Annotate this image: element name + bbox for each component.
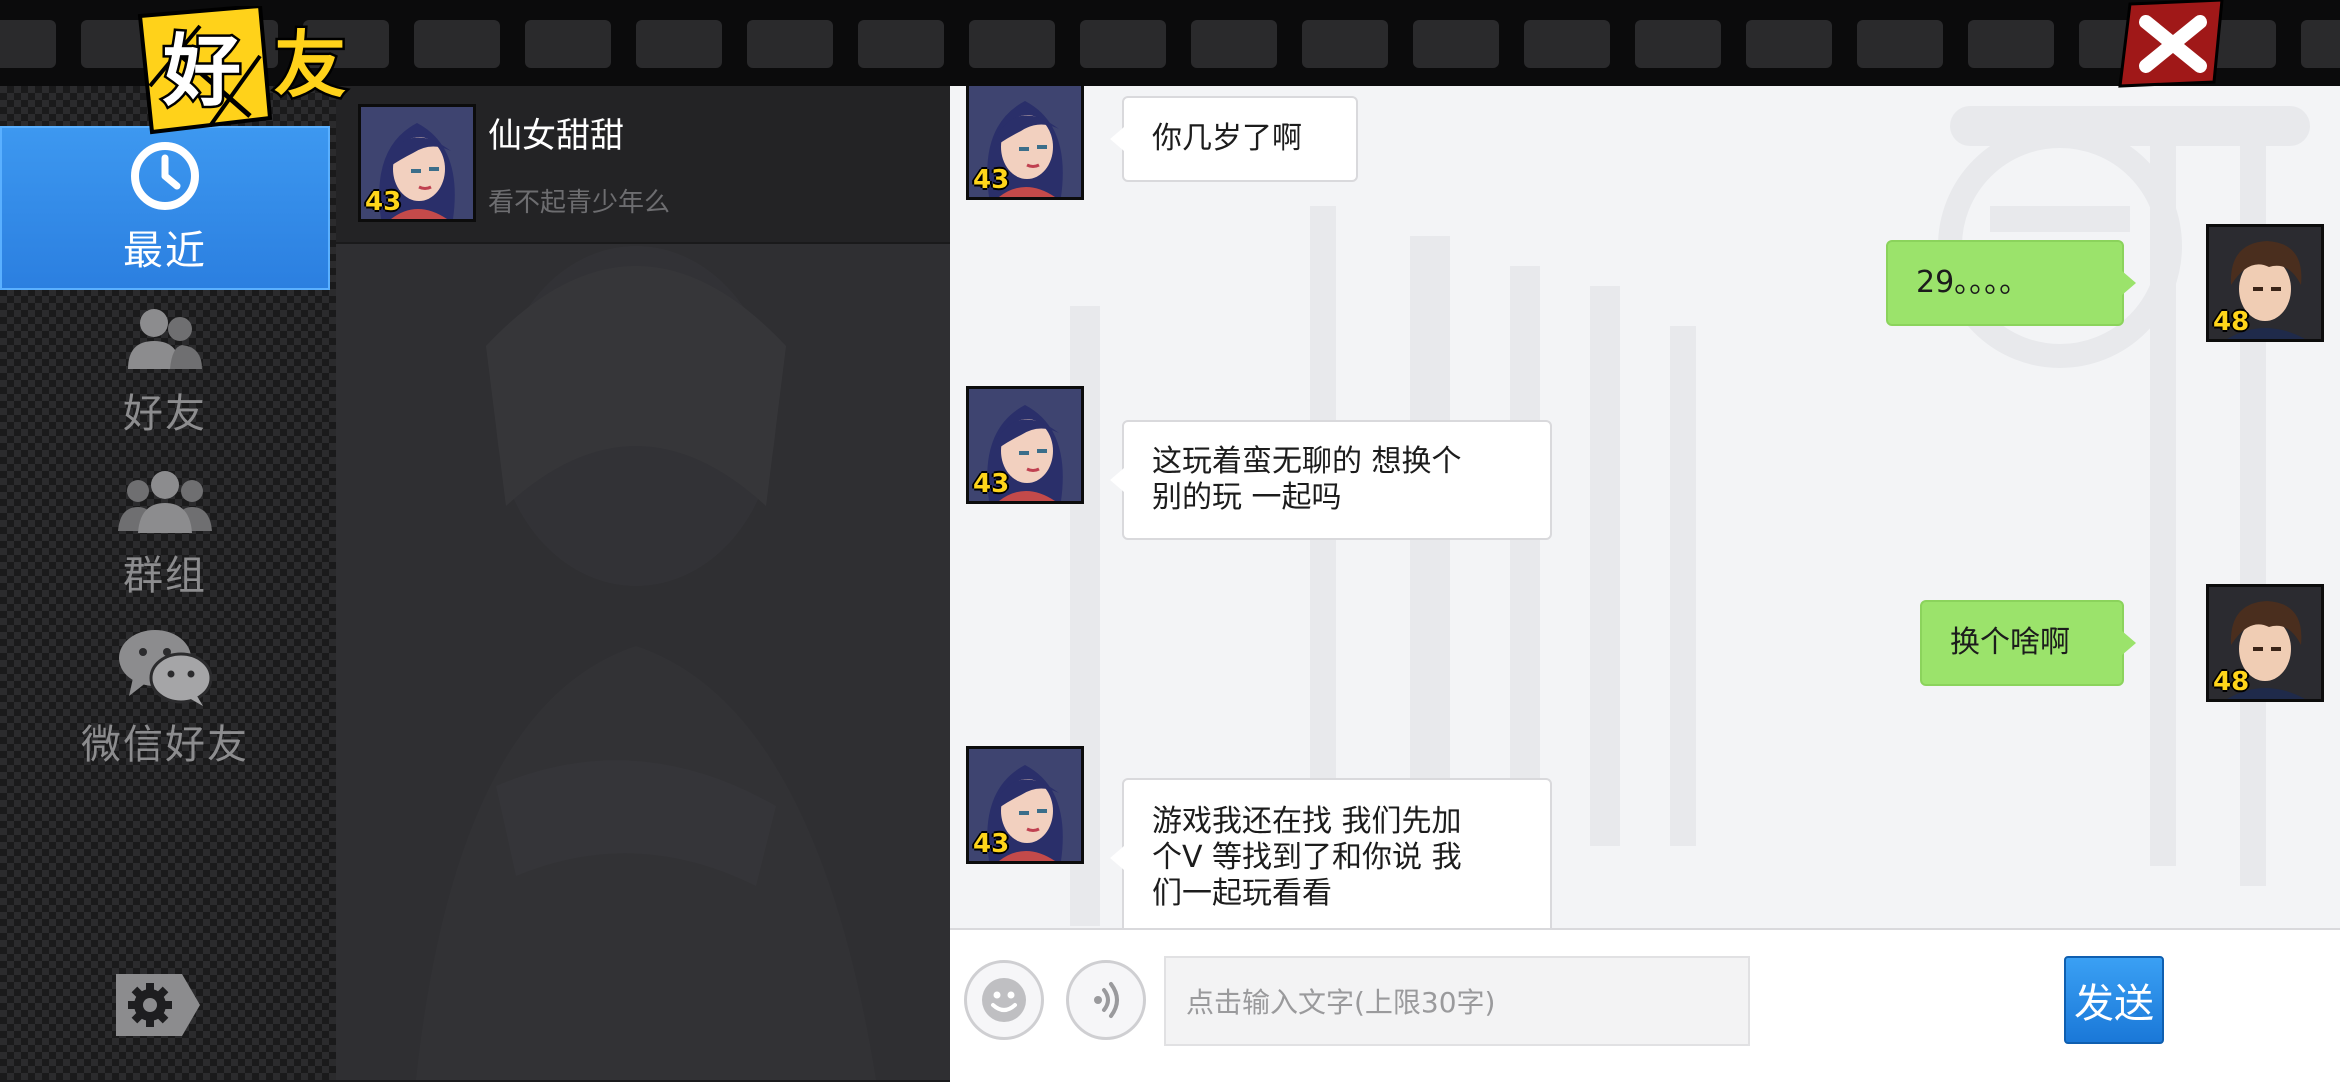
sent-message-bubble[interactable]: 29。。。。 <box>1886 240 2136 326</box>
message-text: 游戏我还在找 我们先加 个V 等找到了和你说 我 们一起玩看看 <box>1152 804 1462 911</box>
contact-name: 仙女甜甜 <box>488 116 624 156</box>
film-hole <box>1746 20 1832 68</box>
message-text: 换个啥啊 <box>1950 625 2070 660</box>
level-badge: 43 <box>365 187 402 217</box>
title-char-1: 好 <box>162 27 241 117</box>
sidebar-item-friends[interactable]: 好友 <box>0 290 330 454</box>
title-badge-art: 好 友 <box>137 3 349 135</box>
wechat-icon <box>119 630 213 706</box>
title-char-2: 友 <box>274 23 346 107</box>
chat-area[interactable]: 43 你几岁了啊 48 29。。。。 43 这玩着蛮无聊的 想换个 别的玩 一起吗 48 换个… <box>950 86 2340 928</box>
film-hole <box>525 20 611 68</box>
voice-button[interactable] <box>1066 960 1146 1040</box>
received-message-bubble[interactable]: 这玩着蛮无聊的 想换个 别的玩 一起吗 <box>1110 420 1552 540</box>
level-badge: 43 <box>973 829 1010 859</box>
friends-title-badge: 好 友 <box>130 3 370 136</box>
my-avatar[interactable]: 48 <box>2206 584 2324 702</box>
contact-list-panel: 43 仙女甜甜 看不起青少年么 <box>336 86 950 1080</box>
clock-icon <box>131 142 199 210</box>
sent-message-bubble[interactable]: 换个啥啊 <box>1920 600 2136 686</box>
my-avatar[interactable]: 48 <box>2206 224 2324 342</box>
sidebar-item-label: 好友 <box>123 391 207 437</box>
sidebar-item-label: 群组 <box>123 553 207 599</box>
level-badge: 48 <box>2213 307 2250 337</box>
gear-icon <box>116 974 200 1036</box>
contact-status: 看不起青少年么 <box>488 188 671 218</box>
level-badge: 43 <box>973 469 1010 499</box>
received-message-bubble[interactable]: 游戏我还在找 我们先加 个V 等找到了和你说 我 们一起玩看看 <box>1110 778 1552 928</box>
film-hole <box>1635 20 1721 68</box>
close-x-icon <box>2118 0 2224 88</box>
sidebar-item-recent[interactable]: 最近 <box>0 126 330 290</box>
sidebar-item-label: 最近 <box>123 228 207 274</box>
received-message-bubble[interactable]: 你几岁了啊 <box>1110 96 1358 182</box>
message-text: 你几岁了啊 <box>1152 121 1302 156</box>
film-hole <box>858 20 944 68</box>
film-hole <box>0 20 56 68</box>
film-hole <box>1857 20 1943 68</box>
message-text: 29。。。。 <box>1916 265 2030 300</box>
film-hole <box>414 20 500 68</box>
send-button[interactable]: 发送 <box>2064 956 2164 1044</box>
level-badge: 43 <box>973 165 1010 195</box>
film-hole <box>969 20 1055 68</box>
film-hole <box>1524 20 1610 68</box>
sidebar-item-label: 微信好友 <box>81 722 249 768</box>
film-hole <box>1191 20 1277 68</box>
friend-avatar[interactable]: 43 <box>966 386 1084 504</box>
settings-button[interactable] <box>116 974 200 1036</box>
sidebar-item-wechat-friends[interactable]: 微信好友 <box>0 616 330 780</box>
emoji-button[interactable] <box>964 960 1044 1040</box>
friends-icon <box>128 309 202 369</box>
film-hole <box>1413 20 1499 68</box>
friend-avatar[interactable]: 43 <box>966 86 1084 200</box>
film-hole <box>1302 20 1388 68</box>
sidebar-item-groups[interactable]: 群组 <box>0 452 330 616</box>
film-hole <box>1968 20 2054 68</box>
message-input[interactable]: 点击输入文字(上限30字) <box>1164 956 1750 1046</box>
contact-avatar: 43 <box>358 104 476 222</box>
group-icon <box>118 471 212 533</box>
input-bar: 点击输入文字(上限30字) 发送 <box>950 928 2340 1082</box>
film-hole <box>636 20 722 68</box>
film-hole <box>1080 20 1166 68</box>
close-button[interactable] <box>2118 0 2228 88</box>
message-text: 这玩着蛮无聊的 想换个 别的玩 一起吗 <box>1152 444 1462 515</box>
level-badge: 48 <box>2213 667 2250 697</box>
friend-avatar[interactable]: 43 <box>966 746 1084 864</box>
left-sidebar: 最近 好友 群组 微信好友 <box>0 86 336 1080</box>
voice-icon <box>1094 982 1119 1018</box>
contact-item[interactable]: 43 仙女甜甜 看不起青少年么 <box>336 86 950 244</box>
smiley-icon <box>982 978 1026 1022</box>
film-hole <box>2301 20 2340 68</box>
film-hole <box>747 20 833 68</box>
